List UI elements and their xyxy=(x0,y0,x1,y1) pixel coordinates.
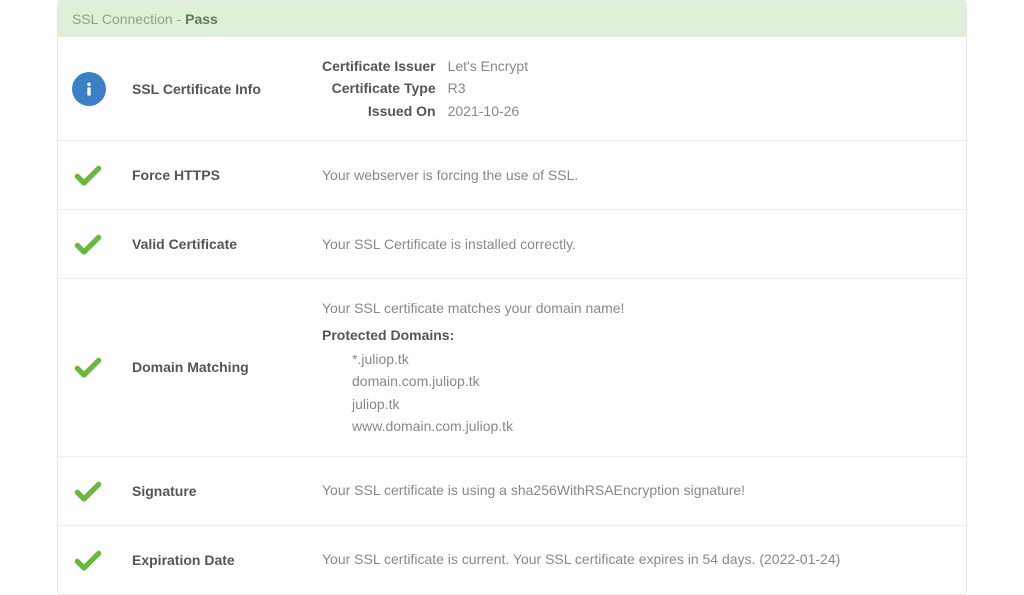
domain-matching-desc: Your SSL certificate matches your domain… xyxy=(322,297,952,319)
panel-title: SSL Connection - xyxy=(72,11,185,27)
ssl-info-label: SSL Certificate Info xyxy=(132,81,322,97)
panel-status: Pass xyxy=(185,11,218,27)
force-https-label: Force HTTPS xyxy=(132,167,322,183)
check-icon-cell xyxy=(72,351,132,383)
domain-matching-label: Domain Matching xyxy=(132,359,322,375)
row-ssl-info: SSL Certificate Info Certificate Issuer … xyxy=(58,37,966,141)
valid-cert-desc: Your SSL Certificate is installed correc… xyxy=(322,233,952,255)
check-icon xyxy=(72,544,104,576)
check-icon xyxy=(72,475,104,507)
check-icon xyxy=(72,228,104,260)
ssl-panel: SSL Connection - Pass SSL Certificate In… xyxy=(57,0,967,595)
issued-val: 2021-10-26 xyxy=(448,100,529,122)
domains-list: *.juliop.tk domain.com.juliop.tk juliop.… xyxy=(322,348,952,438)
expiration-desc: Your SSL certificate is current. Your SS… xyxy=(322,548,952,570)
domain-item: domain.com.juliop.tk xyxy=(352,370,952,392)
check-icon xyxy=(72,159,104,191)
info-icon-cell xyxy=(72,72,132,106)
type-val: R3 xyxy=(448,77,529,99)
row-force-https: Force HTTPS Your webserver is forcing th… xyxy=(58,141,966,210)
domain-item: www.domain.com.juliop.tk xyxy=(352,415,952,437)
check-icon-cell xyxy=(72,475,132,507)
issued-key: Issued On xyxy=(322,100,448,122)
domain-item: *.juliop.tk xyxy=(352,348,952,370)
domain-matching-values: Your SSL certificate matches your domain… xyxy=(322,297,952,437)
ssl-info-values: Certificate Issuer Let's Encrypt Certifi… xyxy=(322,55,952,122)
domain-item: juliop.tk xyxy=(352,393,952,415)
type-key: Certificate Type xyxy=(322,77,448,99)
check-icon-cell xyxy=(72,228,132,260)
signature-desc: Your SSL certificate is using a sha256Wi… xyxy=(322,479,952,501)
signature-label: Signature xyxy=(132,483,322,499)
panel-header: SSL Connection - Pass xyxy=(58,1,966,37)
info-icon xyxy=(72,72,106,106)
check-icon-cell xyxy=(72,159,132,191)
row-expiration: Expiration Date Your SSL certificate is … xyxy=(58,526,966,594)
row-domain-matching: Domain Matching Your SSL certificate mat… xyxy=(58,279,966,456)
valid-cert-label: Valid Certificate xyxy=(132,236,322,252)
row-signature: Signature Your SSL certificate is using … xyxy=(58,457,966,526)
issuer-val: Let's Encrypt xyxy=(448,55,529,77)
expiration-label: Expiration Date xyxy=(132,552,322,568)
force-https-desc: Your webserver is forcing the use of SSL… xyxy=(322,164,952,186)
row-valid-cert: Valid Certificate Your SSL Certificate i… xyxy=(58,210,966,279)
protected-domains-label: Protected Domains: xyxy=(322,324,952,346)
check-icon-cell xyxy=(72,544,132,576)
issuer-key: Certificate Issuer xyxy=(322,55,448,77)
check-icon xyxy=(72,351,104,383)
